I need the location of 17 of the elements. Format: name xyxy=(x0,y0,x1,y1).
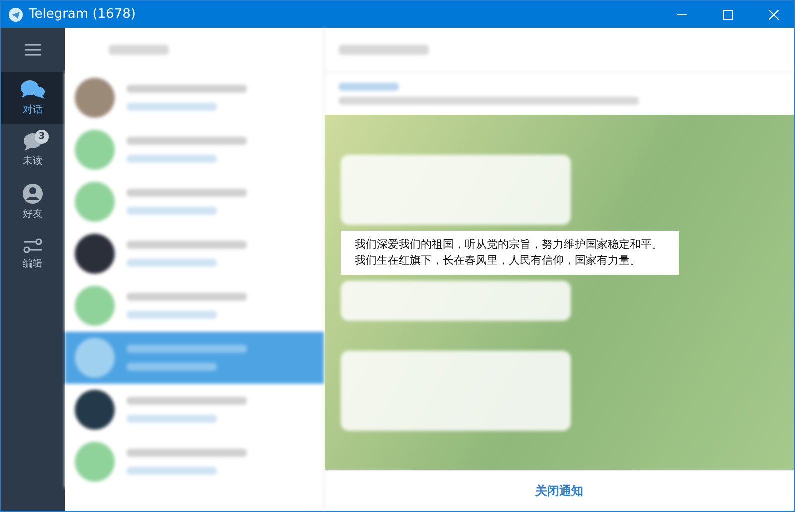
paper-plane-icon xyxy=(9,8,23,22)
close-icon xyxy=(769,10,779,20)
person-icon xyxy=(22,183,44,205)
sidebar-item[interactable]: 对话 xyxy=(1,72,65,124)
unread-badge: 3 xyxy=(35,130,49,144)
maximize-icon xyxy=(723,10,733,20)
sidebar-item[interactable]: 3 未读 xyxy=(1,124,65,176)
chat-bubbles-icon xyxy=(20,79,46,101)
blurred-title-bar xyxy=(109,45,169,55)
menu-icon xyxy=(25,44,41,56)
message-text: 我们深爱我们的祖国，听从党的宗旨，努力维护国家稳定和平。 xyxy=(355,236,664,252)
sliders-icon xyxy=(22,237,44,255)
window-title: Telegram (1678) xyxy=(29,7,137,22)
message-text: 我们生在红旗下，长在春风里，人民有信仰，国家有力量。 xyxy=(355,252,642,268)
sidebar-item[interactable]: 好友 xyxy=(1,176,65,228)
sidebar-item[interactable]: 编辑 xyxy=(1,228,65,280)
mute-button[interactable]: 关闭通知 xyxy=(530,482,590,500)
